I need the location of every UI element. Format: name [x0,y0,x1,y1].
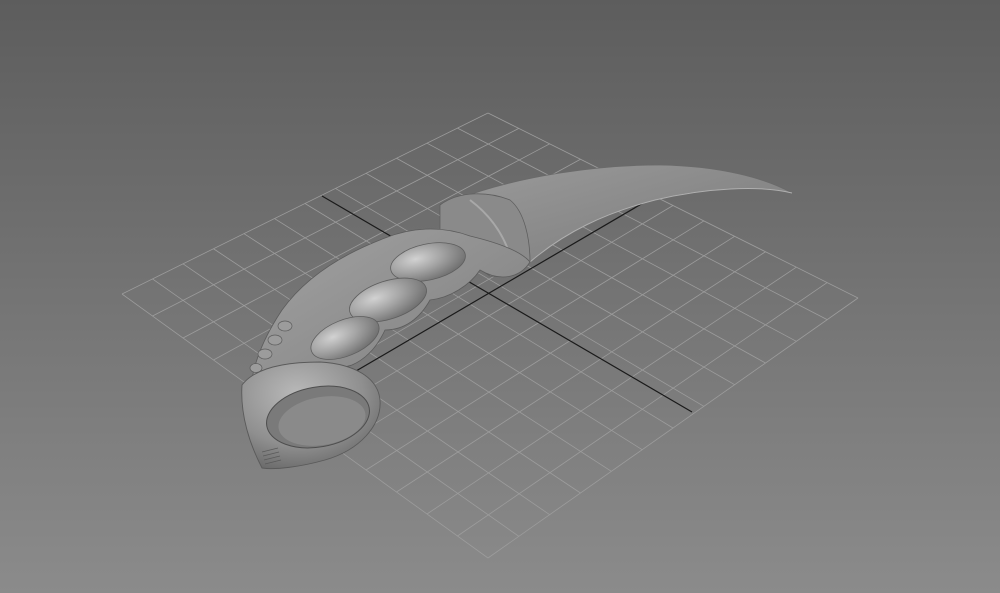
notch-3 [257,348,273,360]
viewport-canvas[interactable] [0,0,1000,593]
3d-viewport[interactable] [0,0,1000,593]
notch-1 [277,320,293,332]
viewport-background [0,0,1000,593]
notch-2 [267,334,283,346]
